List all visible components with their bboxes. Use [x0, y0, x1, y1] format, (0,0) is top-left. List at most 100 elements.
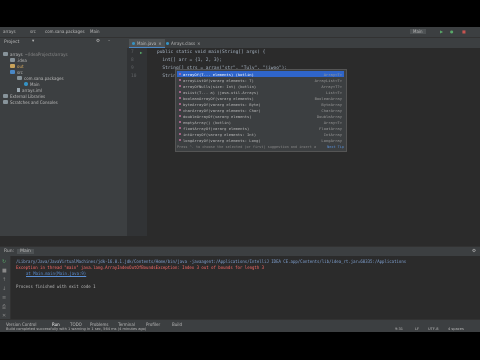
suggestion-type: ArrayList<T>	[314, 77, 342, 83]
tree-item-label: src	[17, 69, 23, 75]
console-error-line: Exception in thread "main" java.lang.Arr…	[16, 265, 265, 270]
next-tip-link[interactable]: Next Tip	[327, 145, 344, 149]
tab-main-java[interactable]: Main.java ×	[129, 39, 165, 48]
method-icon	[179, 133, 181, 135]
run-gutter-icon[interactable]: ▶	[140, 50, 142, 55]
settings-gear-icon[interactable]: ⚙	[96, 39, 100, 44]
suggestion-text: arrayListOf(vararg elements: T)	[183, 77, 254, 83]
file-icon	[17, 88, 20, 92]
tree-item-label: Scratches and Consoles	[10, 99, 58, 105]
console-line: /Library/Java/JavaVirtualMachines/jdk-16…	[16, 259, 407, 264]
suggestion-text: arrayOfNulls(size: Int) (kotlin)	[183, 83, 257, 89]
editor-tab-bar: Main.java × Arrays.class ×	[127, 38, 480, 48]
suggestion-type: BooleanArray	[314, 95, 342, 101]
method-icon	[179, 97, 181, 99]
suggestion-type: Array<T?>	[321, 83, 342, 89]
suggestion-type: List<T>	[325, 89, 342, 95]
stacktrace-link[interactable]: at Main.main(Main.java:9)	[26, 271, 86, 276]
suggestion-text: longArrayOf(vararg elements: Long)	[183, 137, 261, 143]
scroll-down-icon[interactable]: ↓	[2, 286, 6, 292]
suggestion-type: ByteArray	[321, 101, 342, 107]
run-icon[interactable]: ▶	[440, 29, 443, 34]
breadcrumb-class[interactable]: Main	[90, 29, 100, 34]
settings-gear-icon[interactable]: ⚙	[472, 249, 476, 254]
suggestion-text: emptyArray() (kotlin)	[183, 119, 232, 125]
run-config-tab[interactable]: Main	[17, 249, 34, 254]
stop-icon[interactable]: ■	[462, 29, 466, 34]
method-icon	[179, 103, 181, 105]
status-bar: Build completed successfully with 1 warn…	[0, 327, 480, 332]
suggestion-type: LongArray	[321, 137, 342, 143]
file-encoding[interactable]: UTF-8	[428, 327, 438, 331]
debug-icon[interactable]: ●	[450, 29, 454, 34]
tree-item-label: .idea	[17, 57, 27, 63]
line-gutter: 7 8 9 10 ▶	[127, 48, 147, 236]
tree-item-scratches[interactable]: Scratches and Consoles	[3, 99, 58, 105]
stop-icon[interactable]: ■	[2, 268, 7, 274]
indent-setting[interactable]: 4 spaces	[448, 327, 464, 331]
rerun-icon[interactable]: ↻	[2, 259, 6, 265]
method-icon	[179, 139, 181, 141]
project-panel-header: Project ▾ ⚙ –	[0, 38, 127, 48]
method-icon	[179, 121, 181, 123]
suggestion-type: CharArray	[321, 107, 342, 113]
project-header-label[interactable]: Project	[4, 40, 19, 45]
status-message[interactable]: Build completed successfully with 1 warn…	[6, 327, 146, 331]
tab-arrays-class[interactable]: Arrays.class ×	[163, 39, 203, 47]
class-icon	[132, 41, 135, 45]
code-line: int[] arr = {1, 2, 3};	[157, 58, 223, 63]
folder-icon	[10, 70, 15, 74]
breadcrumb-package[interactable]: com.sana.packages	[45, 29, 85, 34]
tree-item-label: arrays.iml	[22, 87, 42, 93]
line-number: 8	[131, 58, 134, 63]
caret-position[interactable]: 9:31	[395, 327, 403, 331]
method-icon	[179, 73, 181, 75]
scratches-icon	[3, 100, 8, 104]
autocomplete-footer: Press ^. to choose the selected (or firs…	[177, 144, 344, 150]
run-header-label: Run:	[4, 249, 15, 254]
tab-label: Arrays.class	[171, 40, 196, 46]
suggestion-text: asList(T... a) (java.util.Arrays)	[183, 89, 259, 95]
folder-icon	[10, 58, 15, 62]
suggestion-type: IntArray	[323, 131, 342, 137]
suggestion-type: FloatArray	[319, 125, 342, 131]
suggestion-type: Array<T>	[323, 119, 342, 125]
project-panel: arrays ~/IdeaProjects/arrays .idea out s…	[0, 48, 128, 236]
tree-item-path: ~/IdeaProjects/arrays	[24, 51, 68, 57]
folder-icon	[3, 52, 8, 56]
suggestion-text: intArrayOf(vararg elements: Int)	[183, 131, 257, 137]
tree-item-label: com.sana.packages	[24, 75, 64, 81]
tab-label: Main.java	[137, 40, 157, 46]
method-icon	[179, 91, 181, 93]
class-icon	[24, 82, 28, 86]
console-line: Process finished with exit code 1	[16, 284, 96, 289]
suggestion-type: Array<T>	[323, 71, 342, 77]
suggestion-text: arrayOf(T... elements) (kotlin)	[183, 71, 254, 77]
print-icon[interactable]: ⎙	[2, 304, 6, 310]
method-icon	[179, 79, 181, 81]
suggestion-text: floatArrayOf(vararg elements)	[183, 125, 250, 131]
class-icon	[166, 41, 169, 45]
tree-item-label: out	[17, 63, 24, 69]
scroll-up-icon[interactable]: ↑	[2, 277, 6, 283]
close-icon[interactable]: ×	[197, 41, 200, 46]
chevron-down-icon[interactable]: ▾	[32, 39, 34, 44]
close-icon[interactable]: ×	[158, 41, 161, 46]
ide-window: arrays src com.sana.packages Main Main ▶…	[0, 27, 480, 332]
suggestion-type: DoubleArray	[316, 113, 342, 119]
breadcrumb-src[interactable]: src	[30, 29, 36, 34]
line-separator[interactable]: LF	[415, 327, 419, 331]
library-icon	[3, 94, 8, 98]
line-number: 9	[131, 66, 134, 71]
wrap-icon[interactable]: ≡	[2, 295, 6, 301]
method-icon	[179, 127, 181, 129]
method-icon	[179, 109, 181, 111]
suggestion-text: byteArrayOf(vararg elements: Byte)	[183, 101, 261, 107]
hide-panel-icon[interactable]: –	[108, 39, 110, 44]
navigation-bar: arrays src com.sana.packages Main Main ▶…	[0, 27, 480, 38]
nav-project[interactable]: arrays	[3, 29, 16, 34]
suggestion-item[interactable]: longArrayOf(vararg elements: Long) LongAr…	[177, 137, 344, 143]
autocomplete-popup: arrayOf(T... elements) (kotlin) Array<T> …	[175, 69, 347, 152]
tree-item-label: Main	[30, 81, 40, 87]
run-config-select[interactable]: Main	[410, 29, 426, 34]
